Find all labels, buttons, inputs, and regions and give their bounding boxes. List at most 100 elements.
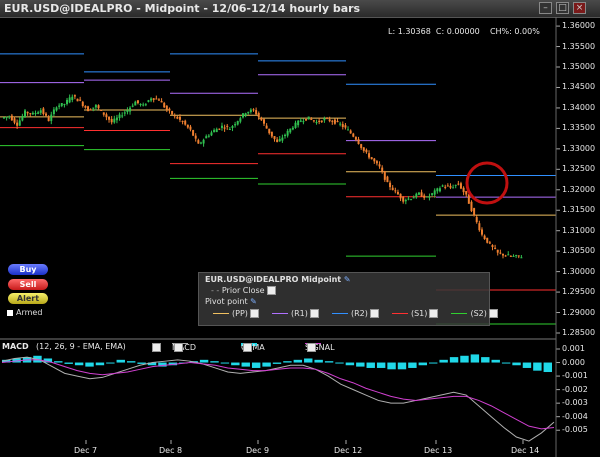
macd-tick-label: -0.005 [562,425,588,435]
osma-bar [522,362,532,368]
pp-checkbox[interactable] [249,309,259,318]
alert-button[interactable]: Alert [8,293,48,304]
checkbox-icon[interactable] [7,309,13,316]
osma-bar [366,362,375,368]
candle-body [417,192,420,195]
osma-bar [387,362,396,370]
close-icon[interactable]: × [573,2,586,14]
sell-button[interactable]: Sell [8,279,48,290]
osma-bar [512,362,521,366]
candle-body [134,101,137,106]
legend-prior-close: - - Prior Close [211,286,276,295]
candle-body [412,197,415,199]
legend-pivot-items: (PP) (R1) (R2) (S1) (S2) [213,309,498,318]
candle-body [247,111,250,114]
candle-body [236,121,239,125]
candle-body [34,113,37,115]
candle-body [113,118,116,123]
candle-body [349,130,352,134]
osma-bar [116,359,125,363]
signal-line [1,359,555,430]
candle-body [459,183,462,189]
candle-body [110,118,113,123]
osma-bar [220,362,230,364]
r1-checkbox[interactable] [309,309,319,318]
candle-body [265,125,268,129]
candle-body [407,198,410,200]
macd-tick-label: 0.001 [562,344,585,353]
macd-params-checkbox[interactable] [152,343,161,352]
candle-body [94,105,97,108]
candle-body [121,115,124,117]
price-tick-label: 1.34500 [562,82,596,92]
title-bar[interactable]: EUR.USD@IDEALPRO - Midpoint - 12/06-12/1… [0,0,600,18]
study-legend[interactable]: EUR.USD@IDEALPRO Midpoint ✎ - - Prior Cl… [198,272,498,326]
price-tick-label: 1.32500 [562,164,596,174]
candle-body [515,255,518,257]
candle-body [465,191,468,195]
candle-body [444,186,447,188]
r1-swatch [271,313,288,314]
pin-icon[interactable]: ✎ [344,275,351,284]
candle-body [331,120,334,122]
candle-body [249,109,252,112]
pp-label: (PP) [232,309,248,318]
candle-body [312,120,315,122]
price-tick-label: 1.34000 [562,102,596,112]
candle-body [507,254,510,256]
candle-body [239,118,242,122]
s2-checkbox[interactable] [488,309,498,318]
buy-button[interactable]: Buy [8,264,48,275]
candle-body [438,188,441,192]
prior-close-checkbox[interactable] [266,286,276,295]
osma-bar [356,362,365,367]
candle-body [276,139,279,143]
macd-params: (12, 26, 9 - EMA, EMA) [36,342,126,351]
price-tick-label: 1.31500 [562,205,596,215]
candle-body [115,117,118,121]
candle-body [255,110,258,115]
s1-checkbox[interactable] [429,309,439,318]
macd-checkbox[interactable] [174,343,183,352]
candle-body [483,235,486,240]
candle-body [467,194,470,204]
candle-body [420,192,423,197]
candle-body [423,195,426,198]
osma-bar [137,362,146,364]
candle-body [42,108,45,114]
maximize-icon[interactable]: □ [556,2,569,14]
candle-body [470,201,473,212]
candle-body [157,99,160,101]
prior-close-label: Prior Close [221,286,265,295]
candle-body [171,111,174,115]
candle-body [273,136,276,140]
price-tick-label: 1.35500 [562,41,596,51]
candle-body [142,104,145,106]
r2-checkbox[interactable] [369,309,379,318]
osma-bar [491,359,500,363]
armed-checkbox[interactable]: Armed [7,308,42,317]
candle-body [299,120,302,122]
candle-body [186,124,189,128]
candle-body [310,119,313,121]
candle-body [452,187,455,189]
price-tick-label: 1.30500 [562,246,596,256]
pin-icon[interactable]: ✎ [250,297,257,306]
candle-body [100,110,103,112]
macd-title: MACD [2,342,29,351]
candle-body [155,98,158,100]
candle-body [433,190,436,195]
minimize-icon[interactable]: – [539,2,552,14]
macd-header[interactable]: MACD (12, 26, 9 - EMA, EMA) MACD OSMA SI… [0,341,556,353]
candle-body [278,139,281,142]
candle-body [399,193,402,199]
candle-body [396,191,399,195]
osma-checkbox[interactable] [243,343,252,352]
osma-bar [314,359,323,363]
candle-body [404,199,407,202]
candle-body [252,109,255,111]
price-chart[interactable] [0,17,600,457]
signal-checkbox[interactable] [307,343,316,352]
osma-bar [397,362,407,370]
osma-bar [533,362,542,371]
